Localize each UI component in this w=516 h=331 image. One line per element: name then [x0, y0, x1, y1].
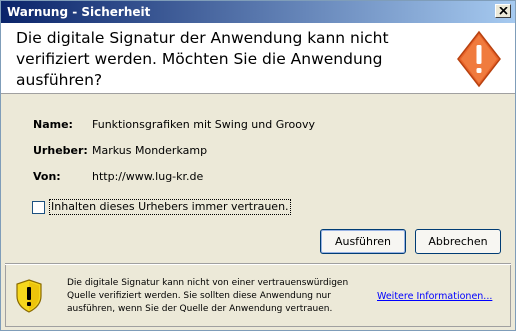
run-button[interactable]: Ausführen: [320, 229, 406, 254]
name-value: Funktionsgrafiken mit Swing und Groovy: [92, 118, 316, 131]
more-information-link[interactable]: Weitere Informationen...: [377, 291, 492, 302]
from-label: Von:: [33, 170, 61, 183]
cancel-button[interactable]: Abbrechen: [415, 229, 501, 254]
window-title: Warnung - Sicherheit: [7, 5, 151, 19]
close-button[interactable]: [495, 4, 511, 18]
publisher-value: Markus Monderkamp: [92, 144, 208, 157]
title-bar[interactable]: Warnung - Sicherheit: [1, 1, 515, 23]
trust-checkbox-label[interactable]: Inhalten dieses Urhebers immer vertrauen…: [49, 199, 291, 215]
footer-message: Die digitale Signatur kann nicht von ein…: [67, 278, 349, 314]
warning-message: Die digitale Signatur der Anwendung kann…: [16, 29, 389, 89]
warning-diamond-icon: [457, 30, 501, 88]
from-value: http://www.lug-kr.de: [92, 170, 204, 183]
security-warning-dialog: Warnung - Sicherheit Die digitale Signat…: [0, 0, 516, 331]
close-icon: [499, 7, 508, 15]
publisher-label: Urheber:: [33, 144, 88, 157]
header-panel: Die digitale Signatur der Anwendung kann…: [1, 23, 515, 94]
shield-warning-icon: [16, 279, 42, 313]
trust-checkbox[interactable]: [32, 201, 45, 214]
name-label: Name:: [33, 118, 73, 131]
